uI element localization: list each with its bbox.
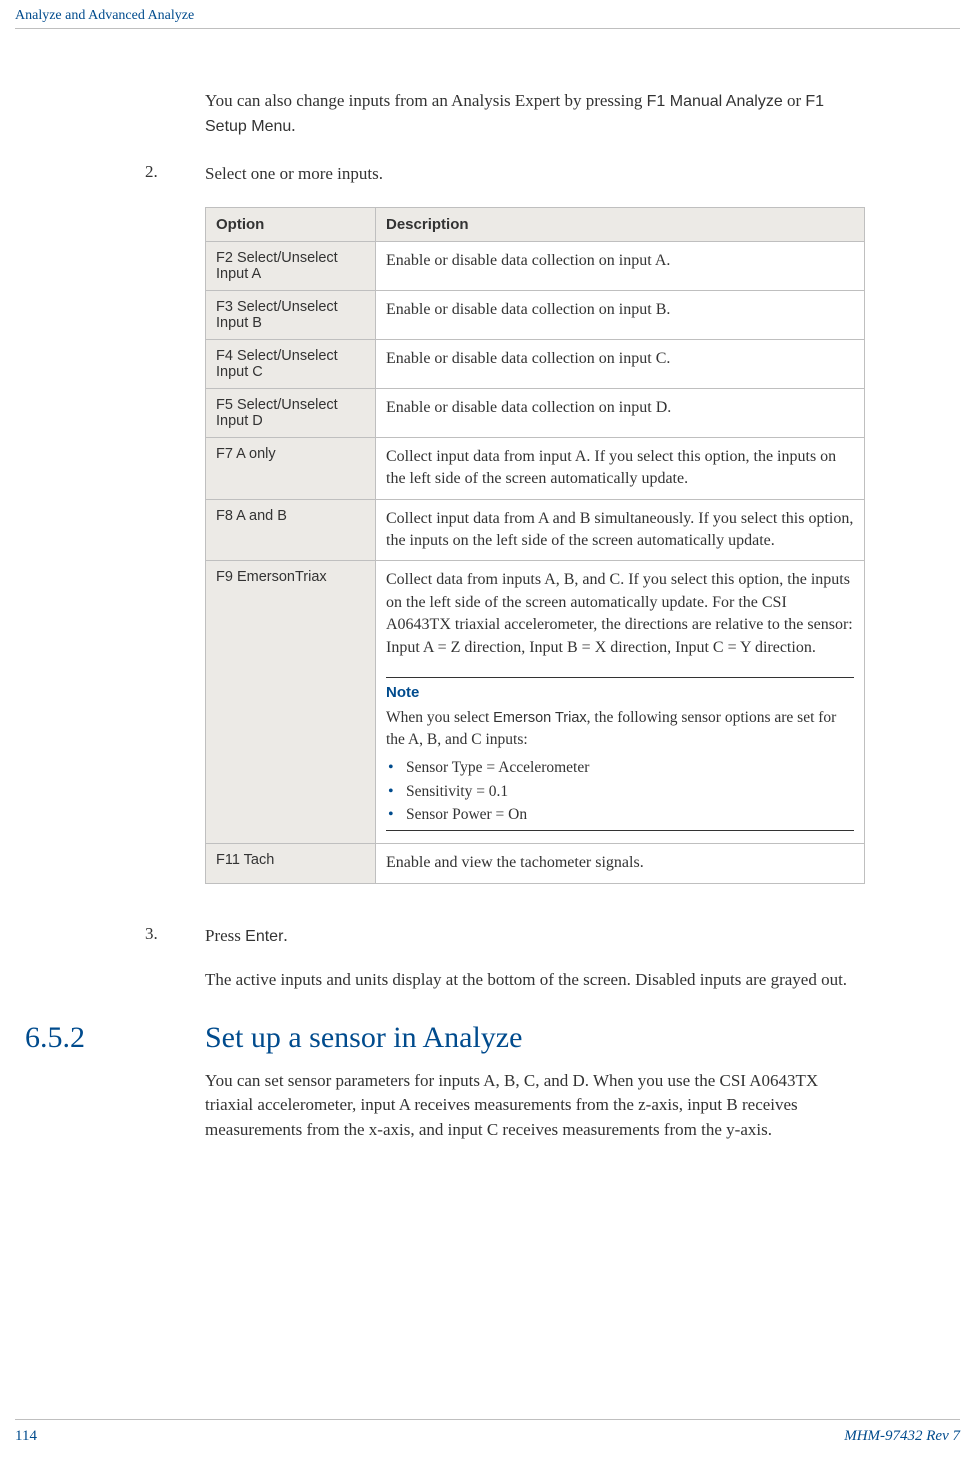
note-block: Note When you select Emerson Triax, the … <box>386 677 854 831</box>
option-cell: F3 Select/Unselect Input B <box>206 290 376 339</box>
list-item: Sensitivity = 0.1 <box>386 780 854 803</box>
intro-paragraph: You can also change inputs from an Analy… <box>205 89 865 138</box>
option-cell: F8 A and B <box>206 499 376 561</box>
note-code: Emerson Triax <box>493 710 586 726</box>
table-row: F9 EmersonTriax Collect data from inputs… <box>206 561 865 844</box>
option-cell: F2 Select/Unselect Input A <box>206 241 376 290</box>
table-row: F7 A only Collect input data from input … <box>206 437 865 499</box>
page-number: 114 <box>15 1428 37 1445</box>
table-row: F11 Tach Enable and view the tachometer … <box>206 844 865 883</box>
step3-prefix: Press <box>205 926 245 945</box>
step-3-number: 3. <box>145 924 205 949</box>
step-3: 3. Press Enter. <box>145 924 865 949</box>
desc-cell: Enable or disable data collection on inp… <box>376 388 865 437</box>
after-step3-paragraph: The active inputs and units display at t… <box>205 968 865 993</box>
table-row: F4 Select/Unselect Input C Enable or dis… <box>206 339 865 388</box>
option-cell: F11 Tach <box>206 844 376 883</box>
section-paragraph: You can set sensor parameters for inputs… <box>205 1069 865 1143</box>
list-item: Sensor Power = On <box>386 803 854 826</box>
step-2-number: 2. <box>145 162 205 187</box>
table-row: F8 A and B Collect input data from A and… <box>206 499 865 561</box>
th-description: Description <box>376 207 865 241</box>
footer-rule <box>15 1419 960 1420</box>
doc-id: MHM-97432 Rev 7 <box>844 1428 960 1445</box>
intro-prefix: You can also change inputs from an Analy… <box>205 91 647 110</box>
desc-cell: Enable or disable data collection on inp… <box>376 339 865 388</box>
intro-suffix: . <box>291 116 295 135</box>
main-content: You can also change inputs from an Analy… <box>0 29 975 1143</box>
list-item: Sensor Type = Accelerometer <box>386 756 854 779</box>
desc-cell: Enable or disable data collection on inp… <box>376 241 865 290</box>
step-2-text: Select one or more inputs. <box>205 162 383 187</box>
step-3-text: Press Enter. <box>205 924 288 949</box>
footer-row: 114 MHM-97432 Rev 7 <box>15 1428 960 1445</box>
step3-code: Enter <box>245 928 283 945</box>
footer: 114 MHM-97432 Rev 7 <box>15 1419 960 1445</box>
desc-cell: Enable and view the tachometer signals. <box>376 844 865 883</box>
table-row: F3 Select/Unselect Input B Enable or dis… <box>206 290 865 339</box>
table-row: F5 Select/Unselect Input D Enable or dis… <box>206 388 865 437</box>
option-cell: F7 A only <box>206 437 376 499</box>
option-cell: F4 Select/Unselect Input C <box>206 339 376 388</box>
step-2: 2. Select one or more inputs. <box>145 162 865 187</box>
section-title: Set up a sensor in Analyze <box>205 1021 522 1055</box>
note-list: Sensor Type = Accelerometer Sensitivity … <box>386 756 854 826</box>
note-text: When you select Emerson Triax, the follo… <box>386 707 854 750</box>
breadcrumb: Analyze and Advanced Analyze <box>0 0 975 28</box>
section-heading: 6.5.2 Set up a sensor in Analyze <box>25 1021 865 1055</box>
th-option: Option <box>206 207 376 241</box>
intro-code1: F1 Manual Analyze <box>647 93 783 110</box>
desc-text: Collect data from inputs A, B, and C. If… <box>386 571 853 655</box>
option-cell: F9 EmersonTriax <box>206 561 376 844</box>
option-cell: F5 Select/Unselect Input D <box>206 388 376 437</box>
note-prefix: When you select <box>386 709 493 726</box>
table-row: F2 Select/Unselect Input A Enable or dis… <box>206 241 865 290</box>
desc-cell: Collect input data from A and B simultan… <box>376 499 865 561</box>
note-bottom-rule <box>386 830 854 831</box>
intro-middle: or <box>783 91 806 110</box>
desc-cell: Collect input data from input A. If you … <box>376 437 865 499</box>
step3-suffix: . <box>283 926 287 945</box>
note-label: Note <box>386 682 854 703</box>
note-top-rule <box>386 677 854 678</box>
options-table: Option Description F2 Select/Unselect In… <box>205 207 865 884</box>
desc-cell: Collect data from inputs A, B, and C. If… <box>376 561 865 844</box>
desc-cell: Enable or disable data collection on inp… <box>376 290 865 339</box>
section-number: 6.5.2 <box>25 1021 205 1055</box>
